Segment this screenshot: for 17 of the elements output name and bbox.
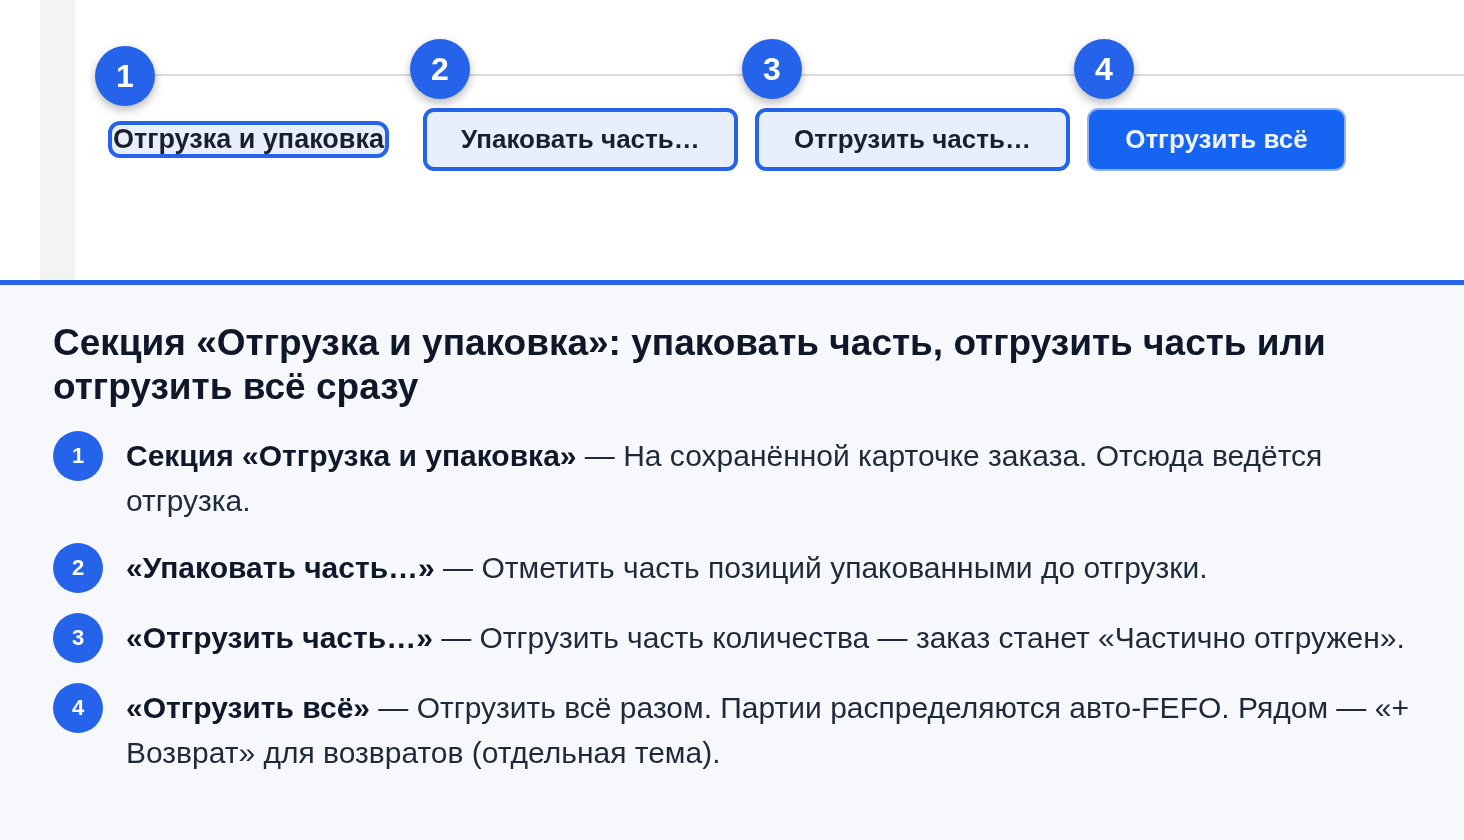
primary-button[interactable]: Отгрузить всё: [1086, 108, 1346, 171]
callout-badge: 1: [95, 46, 155, 106]
step-number-badge: 2: [53, 543, 103, 593]
step-description: Секция «Отгрузка и упаковка» — На сохранённой карточке заказа. Отсюда ведётся отгрузка.: [126, 438, 1324, 519]
step-number-badge: 3: [53, 613, 103, 663]
section-title: Секция «Отгрузка и упаковка»: упаковать часть, отгрузить часть или отгрузить всё сразу: [53, 321, 1327, 409]
callout-badge: 2: [409, 39, 470, 99]
step-description: «Упаковать часть…» — Отметить часть позиций упакованными до отгрузки.: [126, 550, 1208, 586]
section-label: Отгрузка и упаковка: [108, 121, 389, 158]
callout-badge: 4: [1073, 39, 1134, 99]
step-description: «Отгрузить всё» — Отгрузить всё разом. Партии распределяются авто-FEFO. Рядом — «+ Возврат» для возвратов (отдельная тема).: [126, 690, 1410, 771]
step-number-badge: 4: [53, 683, 103, 733]
step-description: «Отгрузить часть…» — Отгрузить часть количества — заказ станет «Частично отгружен».: [126, 620, 1405, 656]
callout-badge: 3: [741, 39, 802, 99]
action-button[interactable]: Упаковать часть…: [422, 108, 738, 171]
action-button[interactable]: Отгрузить часть…: [754, 108, 1070, 171]
step-number-badge: 1: [53, 431, 103, 481]
